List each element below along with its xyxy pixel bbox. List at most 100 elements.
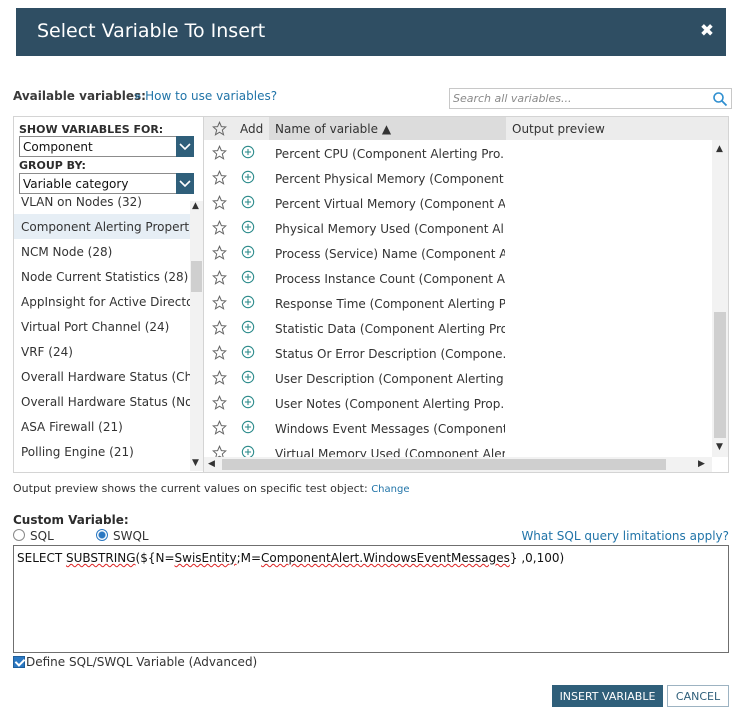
star-icon[interactable] xyxy=(212,294,227,310)
list-item[interactable]: AppInsight for Active Director... xyxy=(14,289,192,314)
variable-name[interactable]: User Notes (Component Alerting Prop... xyxy=(275,397,505,411)
star-icon[interactable] xyxy=(212,219,227,235)
scroll-down-icon[interactable]: ▼ xyxy=(192,458,199,468)
add-icon[interactable] xyxy=(241,320,255,334)
table-horizontal-scrollbar[interactable]: ◀ ▶ xyxy=(204,457,712,472)
group-by-select[interactable]: Variable category xyxy=(19,173,194,194)
radio-swql-button[interactable] xyxy=(96,529,108,541)
list-item[interactable]: Overall Hardware Status (Cha... xyxy=(14,364,192,389)
change-link[interactable]: Change xyxy=(371,484,409,495)
output-preview-column-header[interactable]: Output preview xyxy=(506,117,728,140)
table-row[interactable]: Process (Service) Name (Component Al... xyxy=(204,241,712,266)
star-icon[interactable] xyxy=(212,269,227,285)
radio-sql[interactable]: SQL xyxy=(13,529,54,545)
define-variable-checkbox[interactable] xyxy=(13,656,25,668)
star-icon[interactable] xyxy=(212,319,227,335)
list-item[interactable]: Polling Engine (21) xyxy=(14,439,192,464)
scroll-down-icon[interactable]: ▼ xyxy=(716,442,723,452)
table-vertical-scrollbar[interactable]: ▲ ▼ xyxy=(712,140,728,457)
chevron-down-icon[interactable] xyxy=(176,136,194,157)
star-icon[interactable] xyxy=(212,244,227,260)
variable-name[interactable]: User Description (Component Alerting ... xyxy=(275,372,505,386)
table-row[interactable]: Percent CPU (Component Alerting Pro... xyxy=(204,141,712,166)
radio-sql-button[interactable] xyxy=(13,529,25,541)
add-icon[interactable] xyxy=(241,245,255,259)
radio-swql[interactable]: SWQL xyxy=(96,529,149,545)
add-icon[interactable] xyxy=(241,170,255,184)
scroll-up-icon[interactable]: ▲ xyxy=(192,201,199,211)
star-icon xyxy=(212,121,227,136)
add-icon[interactable] xyxy=(241,145,255,159)
table-row[interactable]: Statistic Data (Component Alerting Pro..… xyxy=(204,316,712,341)
list-item[interactable]: VRF (24) xyxy=(14,339,192,364)
list-item[interactable]: VLAN on Nodes (32) xyxy=(14,195,192,214)
variable-name[interactable]: Process Instance Count (Component Al... xyxy=(275,272,505,286)
search-icon[interactable] xyxy=(712,91,728,107)
add-icon[interactable] xyxy=(241,395,255,409)
how-to-use-variables-link[interactable]: » How to use variables? xyxy=(134,89,277,103)
list-item[interactable]: Virtual Port Channel (24) xyxy=(14,314,192,339)
define-variable-row[interactable]: Define SQL/SWQL Variable (Advanced) xyxy=(13,655,257,669)
list-item[interactable]: Node Current Statistics (28) xyxy=(14,264,192,289)
table-row[interactable]: User Notes (Component Alerting Prop... xyxy=(204,391,712,416)
category-scrollbar[interactable]: ▲ ▼ xyxy=(190,201,203,471)
table-row[interactable]: Physical Memory Used (Component Al... xyxy=(204,216,712,241)
scrollbar-thumb[interactable] xyxy=(714,312,726,438)
add-icon[interactable] xyxy=(241,370,255,384)
variable-name[interactable]: Percent Physical Memory (Component ... xyxy=(275,172,505,186)
query-textarea[interactable]: SELECT SUBSTRING(${N=SwisEntity;M=Compon… xyxy=(13,545,729,653)
search-input[interactable] xyxy=(450,89,708,108)
add-icon[interactable] xyxy=(241,220,255,234)
scrollbar-thumb[interactable] xyxy=(222,459,666,470)
list-item[interactable]: Overall Hardware Status (Nod... xyxy=(14,389,192,414)
sql-limitations-link[interactable]: What SQL query limitations apply? xyxy=(521,529,729,543)
scroll-left-icon[interactable]: ◀ xyxy=(208,459,215,469)
list-item[interactable]: ASA Firewall (21) xyxy=(14,414,192,439)
radio-swql-label: SWQL xyxy=(113,529,149,543)
query-part: SELECT xyxy=(17,551,66,565)
variable-name[interactable]: Percent CPU (Component Alerting Pro... xyxy=(275,147,505,161)
table-row[interactable]: Percent Virtual Memory (Component A... xyxy=(204,191,712,216)
insert-variable-button[interactable]: INSERT VARIABLE xyxy=(552,685,663,707)
star-icon[interactable] xyxy=(212,419,227,435)
table-row[interactable]: User Description (Component Alerting ... xyxy=(204,366,712,391)
scrollbar-thumb[interactable] xyxy=(191,261,202,292)
table-row[interactable]: Windows Event Messages (Component... xyxy=(204,416,712,441)
list-item[interactable]: Component Alerting Properti... xyxy=(14,214,192,239)
scroll-up-icon[interactable]: ▲ xyxy=(716,144,723,154)
chevron-down-icon[interactable] xyxy=(176,173,194,194)
star-icon[interactable] xyxy=(212,394,227,410)
radio-sql-label: SQL xyxy=(30,529,54,543)
star-icon[interactable] xyxy=(212,344,227,360)
add-icon[interactable] xyxy=(241,295,255,309)
add-column-header[interactable]: Add xyxy=(234,117,269,140)
variable-name[interactable]: Windows Event Messages (Component... xyxy=(275,422,505,436)
scroll-right-icon[interactable]: ▶ xyxy=(698,459,705,469)
variable-name[interactable]: Physical Memory Used (Component Al... xyxy=(275,222,505,236)
add-icon[interactable] xyxy=(241,345,255,359)
variable-name[interactable]: Percent Virtual Memory (Component A... xyxy=(275,197,505,211)
variable-name[interactable]: Status Or Error Description (Compone... xyxy=(275,347,505,361)
star-icon[interactable] xyxy=(212,169,227,185)
variable-name[interactable]: Statistic Data (Component Alerting Pro..… xyxy=(275,322,505,336)
group-by-value: Variable category xyxy=(23,177,129,191)
name-column-header[interactable]: Name of variable ▲ xyxy=(269,117,506,140)
variable-name[interactable]: Process (Service) Name (Component Al... xyxy=(275,247,505,261)
table-row[interactable]: Percent Physical Memory (Component ... xyxy=(204,166,712,191)
cancel-button[interactable]: CANCEL xyxy=(667,685,729,707)
table-row[interactable]: Response Time (Component Alerting P... xyxy=(204,291,712,316)
star-icon[interactable] xyxy=(212,194,227,210)
favorite-column-header[interactable] xyxy=(204,117,234,140)
list-item[interactable]: NCM Node (28) xyxy=(14,239,192,264)
table-row[interactable]: Process Instance Count (Component Al... xyxy=(204,266,712,291)
close-icon[interactable]: ✖ xyxy=(698,21,716,41)
add-icon[interactable] xyxy=(241,420,255,434)
star-icon[interactable] xyxy=(212,369,227,385)
show-variables-for-select[interactable]: Component xyxy=(19,136,194,157)
star-icon[interactable] xyxy=(212,144,227,160)
category-list: VLAN on Nodes (32) Component Alerting Pr… xyxy=(14,195,192,472)
variable-name[interactable]: Response Time (Component Alerting P... xyxy=(275,297,505,311)
table-row[interactable]: Status Or Error Description (Compone... xyxy=(204,341,712,366)
add-icon[interactable] xyxy=(241,195,255,209)
add-icon[interactable] xyxy=(241,270,255,284)
